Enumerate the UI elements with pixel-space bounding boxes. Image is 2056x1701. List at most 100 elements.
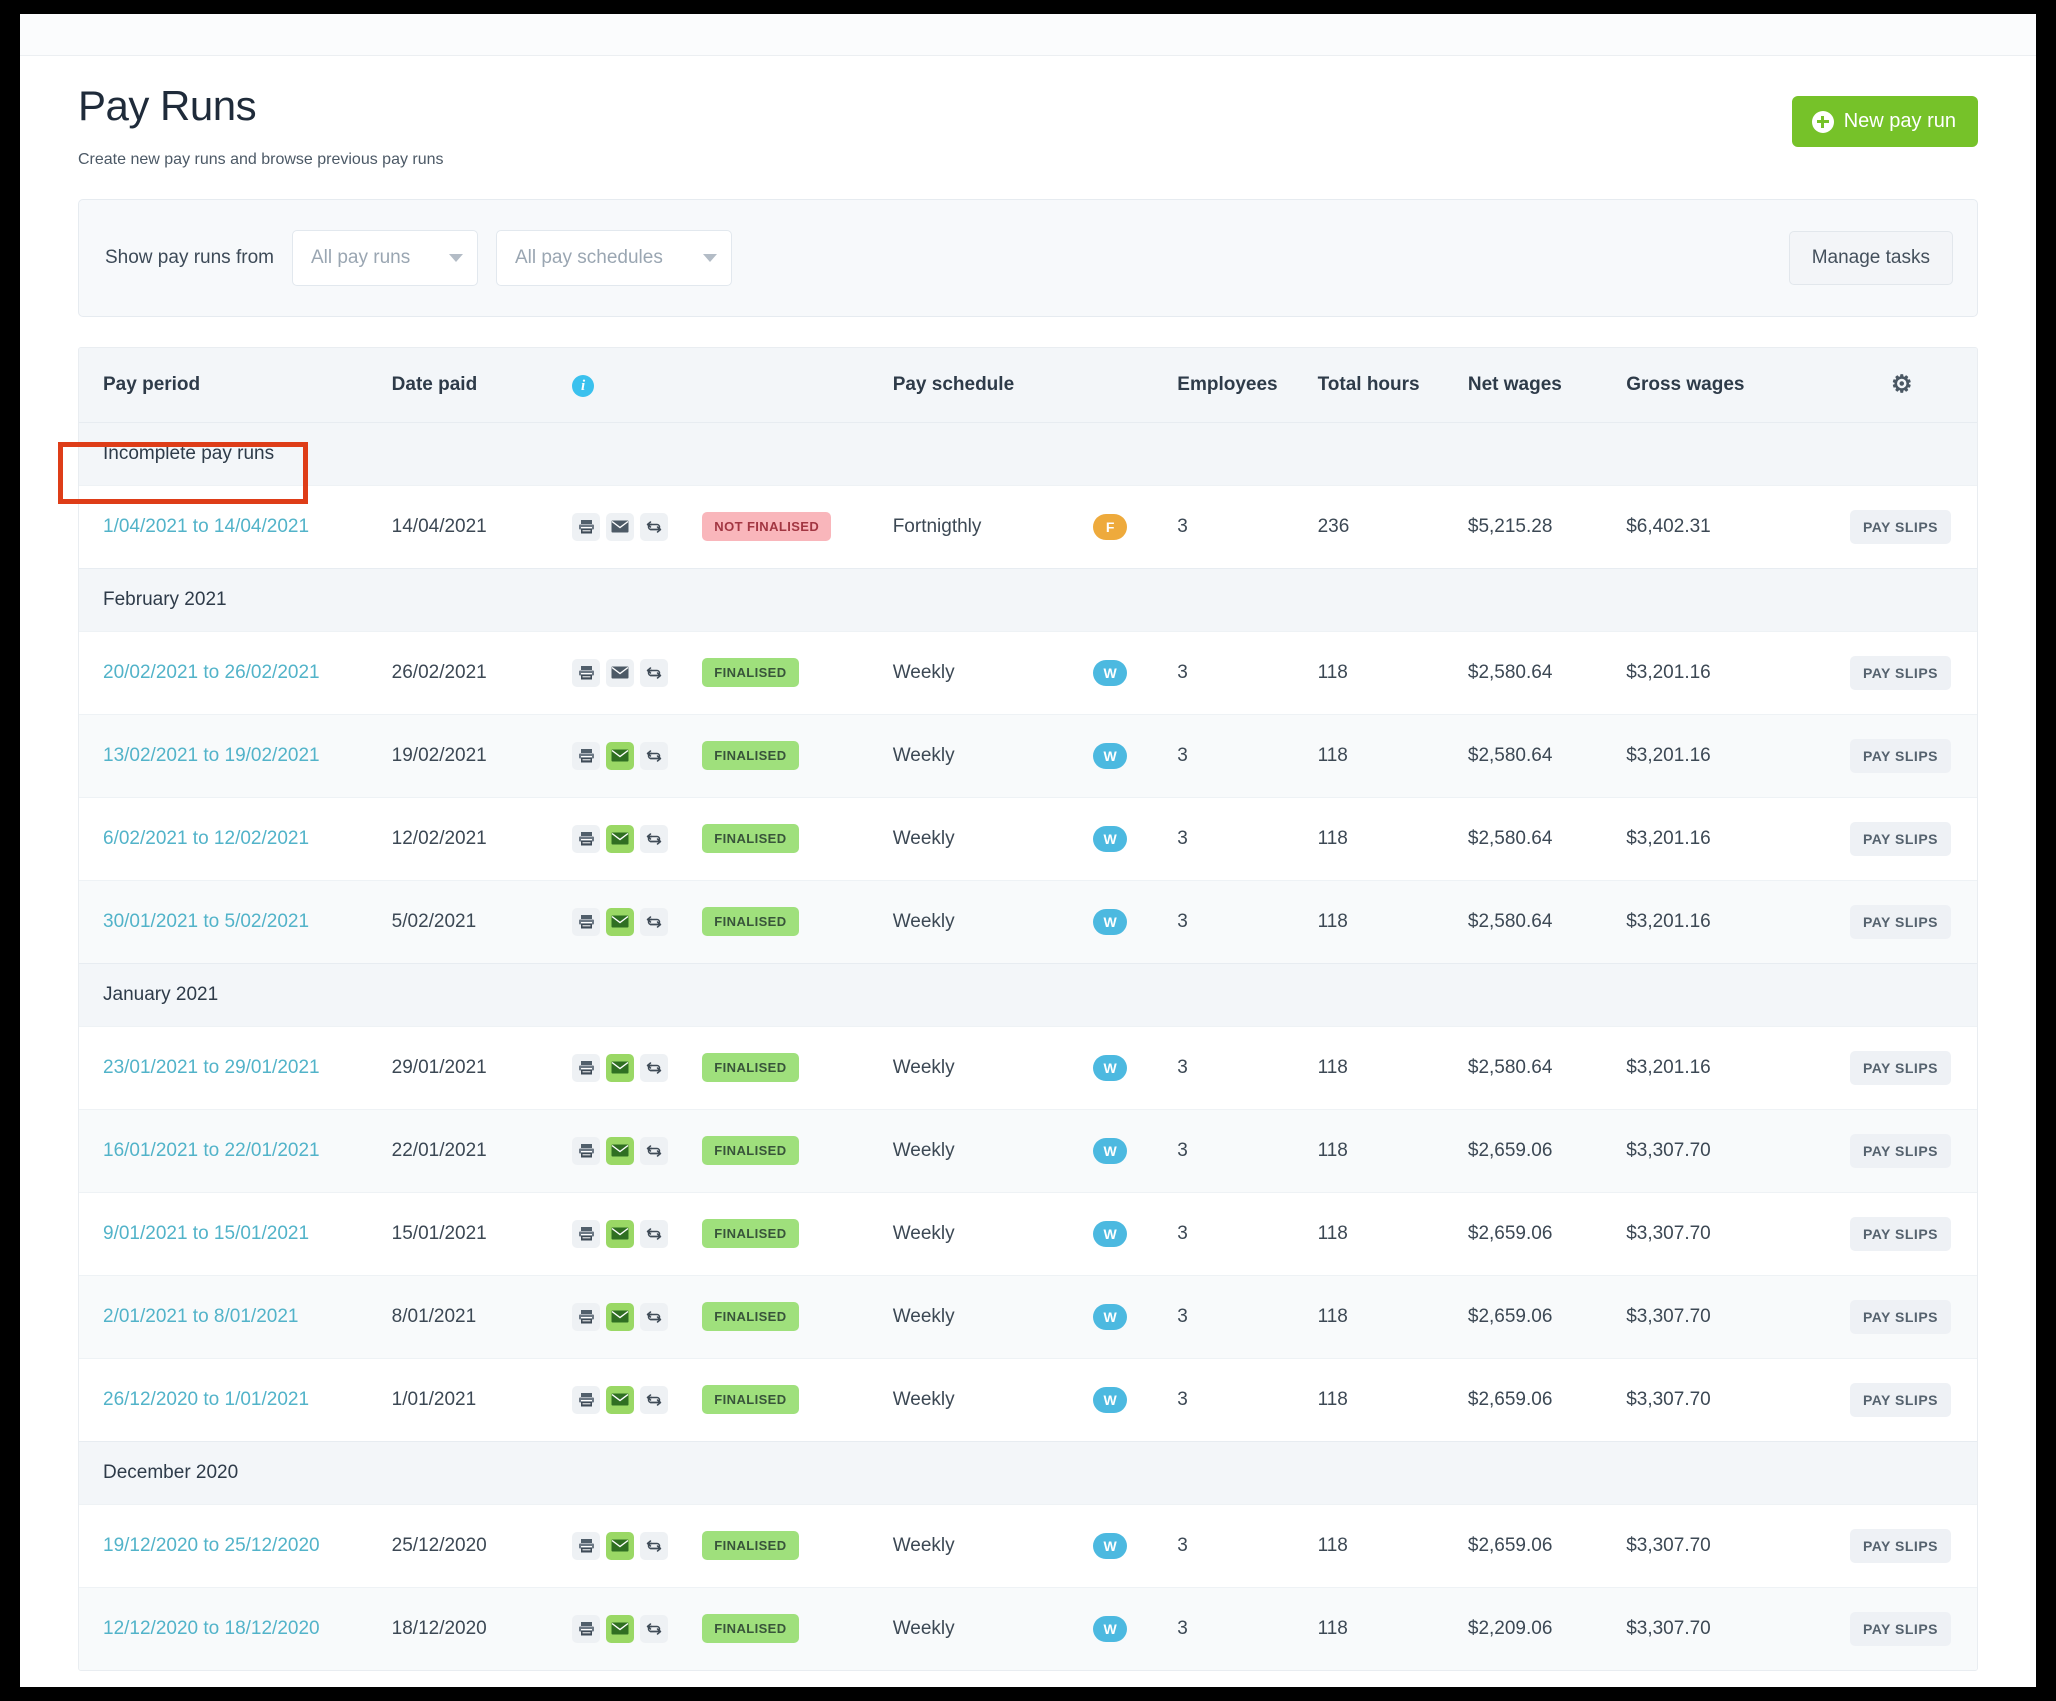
column-header-gross-wages[interactable]: Gross wages (1626, 348, 1827, 423)
email-icon[interactable] (606, 1053, 635, 1082)
pay-slips-button[interactable]: PAY SLIPS (1849, 1216, 1951, 1251)
email-icon[interactable] (606, 741, 635, 770)
cell-schedule-badge: W (1093, 1586, 1178, 1670)
pay-slips-button[interactable]: PAY SLIPS (1849, 738, 1951, 773)
refresh-icon[interactable] (640, 1385, 669, 1414)
pay-slips-button[interactable]: PAY SLIPS (1849, 1050, 1951, 1085)
print-icon[interactable] (572, 1385, 601, 1414)
refresh-icon[interactable] (640, 1219, 669, 1248)
email-icon[interactable] (606, 1136, 635, 1165)
cell-schedule-badge: W (1093, 1108, 1178, 1193)
pay-slips-button[interactable]: PAY SLIPS (1849, 1528, 1951, 1563)
email-icon[interactable] (606, 1302, 635, 1331)
cell-gross-wages: $3,307.70 (1626, 1586, 1827, 1670)
pay-period-link[interactable]: 19/12/2020 to 25/12/2020 (103, 1535, 320, 1556)
refresh-icon[interactable] (640, 1302, 669, 1331)
refresh-icon[interactable] (640, 907, 669, 936)
table-row[interactable]: 6/02/2021 to 12/02/2021 12/02/2021 FINALIS… (79, 796, 1977, 881)
column-header-employees[interactable]: Employees (1177, 348, 1318, 423)
pay-period-link[interactable]: 6/02/2021 to 12/02/2021 (103, 828, 309, 849)
pay-period-link[interactable]: 20/02/2021 to 26/02/2021 (103, 662, 320, 683)
pay-period-link[interactable]: 23/01/2021 to 29/01/2021 (103, 1057, 320, 1078)
refresh-icon[interactable] (640, 741, 669, 770)
table-row[interactable]: 16/01/2021 to 22/01/2021 22/01/2021 FINALI… (79, 1108, 1977, 1193)
column-header-total-hours[interactable]: Total hours (1317, 348, 1468, 423)
email-icon[interactable] (606, 1531, 635, 1560)
column-header-pay-schedule[interactable]: Pay schedule (892, 348, 1094, 423)
cell-gross-wages: $3,201.16 (1626, 630, 1827, 715)
page-subtitle: Create new pay runs and browse previous … (78, 151, 444, 169)
print-icon[interactable] (572, 1531, 601, 1560)
print-icon[interactable] (572, 512, 601, 541)
email-icon[interactable] (606, 824, 635, 853)
pay-period-link[interactable]: 2/01/2021 to 8/01/2021 (103, 1306, 298, 1327)
table-row[interactable]: 19/12/2020 to 25/12/2020 25/12/2020 FINALI… (79, 1503, 1977, 1588)
print-icon[interactable] (572, 1302, 601, 1331)
table-row[interactable]: 30/01/2021 to 5/02/2021 5/02/2021 FINALISE… (79, 879, 1977, 964)
pay-period-link[interactable]: 13/02/2021 to 19/02/2021 (103, 745, 320, 766)
column-header-date-paid[interactable]: Date paid (391, 348, 573, 423)
refresh-icon[interactable] (640, 1053, 669, 1082)
print-icon[interactable] (572, 1614, 601, 1643)
print-icon[interactable] (572, 824, 601, 853)
new-pay-run-button[interactable]: New pay run (1791, 96, 1978, 147)
print-icon[interactable] (572, 741, 601, 770)
table-group-header: Incomplete pay runs (79, 422, 1977, 486)
refresh-icon[interactable] (640, 1531, 669, 1560)
cell-employees: 3 (1177, 713, 1318, 798)
print-icon[interactable] (572, 1053, 601, 1082)
pay-slips-button[interactable]: PAY SLIPS (1849, 821, 1951, 856)
pay-slips-button[interactable]: PAY SLIPS (1849, 1299, 1951, 1334)
table-row[interactable]: 2/01/2021 to 8/01/2021 8/01/2021 FINALISED… (79, 1274, 1977, 1359)
pay-runs-select[interactable]: All pay runs (291, 230, 478, 287)
cell-pay-period: 26/12/2020 to 1/01/2021 (79, 1357, 392, 1442)
print-icon[interactable] (572, 1219, 601, 1248)
pay-slips-button[interactable]: PAY SLIPS (1849, 904, 1951, 939)
info-icon[interactable]: i (572, 374, 595, 397)
pay-slips-button[interactable]: PAY SLIPS (1849, 1133, 1951, 1168)
refresh-icon[interactable] (640, 824, 669, 853)
cell-net-wages: $2,580.64 (1467, 713, 1627, 798)
pay-slips-button[interactable]: PAY SLIPS (1849, 655, 1951, 690)
pay-slips-button[interactable]: PAY SLIPS (1849, 1611, 1951, 1646)
cell-employees: 3 (1177, 1274, 1318, 1359)
email-icon[interactable] (606, 907, 635, 936)
table-row[interactable]: 26/12/2020 to 1/01/2021 1/01/2021 FINALISE… (79, 1357, 1977, 1442)
refresh-icon[interactable] (640, 512, 669, 541)
pay-period-link[interactable]: 30/01/2021 to 5/02/2021 (103, 911, 309, 932)
email-icon[interactable] (606, 1385, 635, 1414)
print-icon[interactable] (572, 907, 601, 936)
email-icon[interactable] (606, 512, 635, 541)
pay-slips-button[interactable]: PAY SLIPS (1849, 1382, 1951, 1417)
pay-period-link[interactable]: 12/12/2020 to 18/12/2020 (103, 1618, 320, 1639)
column-header-net-wages[interactable]: Net wages (1467, 348, 1627, 423)
table-row[interactable]: 23/01/2021 to 29/01/2021 29/01/2021 FINALI… (79, 1025, 1977, 1110)
refresh-icon[interactable] (640, 658, 669, 687)
print-icon[interactable] (572, 658, 601, 687)
table-row[interactable]: 20/02/2021 to 26/02/2021 26/02/2021 FINALI… (79, 630, 1977, 715)
pay-period-link[interactable]: 26/12/2020 to 1/01/2021 (103, 1389, 309, 1410)
cell-date-paid: 25/12/2020 (391, 1503, 573, 1588)
email-icon[interactable] (606, 1219, 635, 1248)
table-group-label: December 2020 (79, 1440, 1977, 1505)
status-badge: FINALISED (702, 741, 799, 771)
refresh-icon[interactable] (640, 1136, 669, 1165)
pay-period-link[interactable]: 16/01/2021 to 22/01/2021 (103, 1140, 320, 1161)
column-header-pay-period[interactable]: Pay period (79, 348, 392, 423)
print-icon[interactable] (572, 1136, 601, 1165)
pay-period-link[interactable]: 1/04/2021 to 14/04/2021 (103, 516, 309, 537)
pay-schedules-select[interactable]: All pay schedules (495, 230, 732, 287)
gear-icon[interactable]: ⚙ (1891, 371, 1913, 398)
email-icon[interactable] (606, 658, 635, 687)
cell-pay-schedule: Weekly (892, 630, 1094, 715)
app-window: Pay Runs Create new pay runs and browse … (20, 14, 2036, 1687)
manage-tasks-button[interactable]: Manage tasks (1788, 231, 1953, 286)
table-row[interactable]: 1/04/2021 to 14/04/2021 14/04/2021 NOT FIN… (79, 484, 1977, 569)
pay-period-link[interactable]: 9/01/2021 to 15/01/2021 (103, 1223, 309, 1244)
refresh-icon[interactable] (640, 1614, 669, 1643)
pay-slips-button[interactable]: PAY SLIPS (1849, 509, 1951, 544)
table-row[interactable]: 9/01/2021 to 15/01/2021 15/01/2021 FINALIS… (79, 1191, 1977, 1276)
table-row[interactable]: 13/02/2021 to 19/02/2021 19/02/2021 FINALI… (79, 713, 1977, 798)
table-row[interactable]: 12/12/2020 to 18/12/2020 18/12/2020 FINALI… (79, 1586, 1977, 1670)
email-icon[interactable] (606, 1614, 635, 1643)
